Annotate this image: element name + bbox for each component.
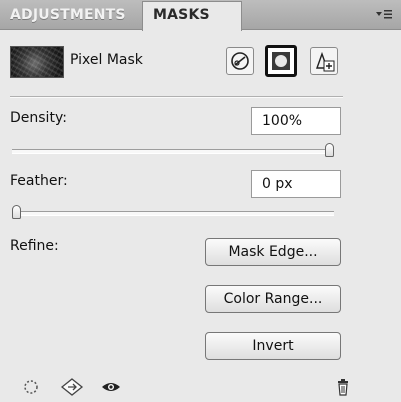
tab-masks[interactable]: MASKS bbox=[142, 1, 242, 31]
eye-icon[interactable] bbox=[100, 377, 122, 397]
feather-input[interactable]: 0 px bbox=[251, 170, 341, 198]
panel-menu-icon[interactable] bbox=[373, 6, 395, 22]
vector-mask-icon bbox=[231, 52, 249, 70]
feather-slider-handle[interactable] bbox=[12, 205, 21, 219]
density-slider-track[interactable] bbox=[12, 149, 334, 154]
apply-mask-icon[interactable] bbox=[59, 377, 84, 397]
mask-type-label: Pixel Mask bbox=[70, 52, 143, 68]
trash-icon[interactable] bbox=[332, 377, 354, 397]
pixel-mask-icon bbox=[272, 52, 290, 70]
invert-button[interactable]: Invert bbox=[205, 332, 341, 360]
refine-label: Refine: bbox=[10, 238, 59, 254]
add-vector-mask-icon bbox=[316, 51, 335, 72]
bottom-toolbar bbox=[0, 373, 401, 402]
load-selection-icon[interactable] bbox=[20, 377, 42, 397]
divider bbox=[10, 96, 343, 98]
density-input[interactable]: 100% bbox=[251, 107, 341, 135]
feather-label: Feather: bbox=[10, 173, 68, 189]
density-label: Density: bbox=[10, 110, 67, 126]
density-slider-handle[interactable] bbox=[325, 143, 334, 157]
tab-adjustments[interactable]: ADJUSTMENTS bbox=[0, 2, 152, 29]
feather-slider-track[interactable] bbox=[12, 211, 334, 216]
mask-edge-button[interactable]: Mask Edge... bbox=[205, 238, 341, 266]
vector-mask-button[interactable] bbox=[226, 47, 254, 75]
masks-panel: ADJUSTMENTS MASKS Pixel Mask Density: 10… bbox=[0, 0, 401, 402]
pixel-mask-button[interactable] bbox=[265, 45, 297, 77]
add-vector-mask-button[interactable] bbox=[310, 47, 338, 75]
color-range-button[interactable]: Color Range... bbox=[205, 285, 341, 313]
tab-bar: ADJUSTMENTS MASKS bbox=[0, 0, 401, 31]
mask-thumbnail bbox=[10, 46, 64, 78]
